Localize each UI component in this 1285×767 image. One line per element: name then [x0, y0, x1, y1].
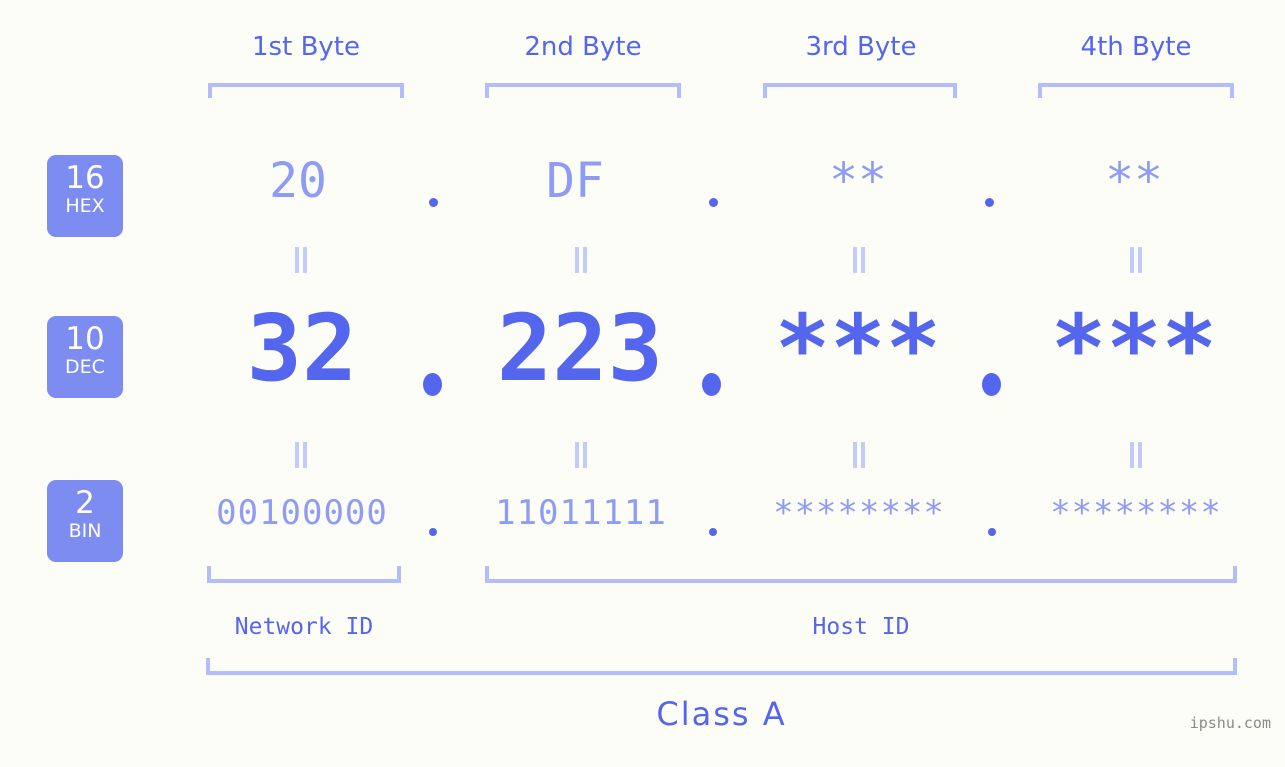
bin-separator-2: [709, 528, 717, 536]
byte-bracket-top-2: [485, 83, 681, 98]
hex-byte-3: **: [829, 153, 887, 209]
radix-badge-dec: 10 DEC: [47, 316, 123, 398]
equals-mark-dec-bin-2: [573, 442, 589, 468]
bin-byte-4: ********: [1050, 493, 1222, 533]
byte-header-1: 1st Byte: [252, 32, 360, 62]
equals-mark-dec-bin-3: [851, 442, 867, 468]
equals-mark-hex-dec-3: [851, 247, 867, 273]
dec-byte-4: ***: [1050, 295, 1218, 402]
hex-byte-4: **: [1105, 153, 1163, 209]
equals-mark-dec-bin-4: [1128, 442, 1144, 468]
network-id-bracket: [207, 566, 401, 583]
host-id-label: Host ID: [812, 614, 910, 640]
byte-bracket-top-3: [763, 83, 957, 98]
bin-separator-3: [988, 528, 996, 536]
dec-separator-3: [982, 373, 1001, 396]
dec-byte-2: 223: [496, 295, 664, 402]
radix-badge-dec-number: 10: [65, 321, 105, 357]
hex-separator-2: [709, 198, 718, 207]
network-id-label: Network ID: [234, 614, 374, 640]
dec-separator-1: [423, 373, 442, 396]
dec-byte-1: 32: [246, 295, 358, 402]
radix-badge-bin: 2 BIN: [47, 480, 123, 562]
watermark: ipshu.com: [1189, 714, 1271, 732]
radix-badge-hex: 16 HEX: [47, 155, 123, 237]
bin-byte-2: 11011111: [495, 493, 667, 533]
equals-mark-hex-dec-4: [1128, 247, 1144, 273]
hex-separator-1: [429, 198, 438, 207]
dec-byte-3: ***: [774, 295, 942, 402]
hex-separator-3: [985, 198, 994, 207]
radix-badge-bin-number: 2: [75, 485, 95, 521]
radix-badge-hex-number: 16: [65, 160, 105, 196]
byte-bracket-top-4: [1038, 83, 1234, 98]
hex-byte-1: 20: [269, 153, 327, 209]
byte-header-3: 3rd Byte: [805, 32, 917, 62]
equals-mark-dec-bin-1: [293, 442, 309, 468]
radix-badge-hex-name: HEX: [65, 195, 105, 217]
radix-badge-dec-name: DEC: [65, 356, 105, 378]
class-label: Class A: [656, 695, 787, 733]
byte-header-2: 2nd Byte: [524, 32, 642, 62]
byte-header-4: 4th Byte: [1080, 32, 1192, 62]
hex-byte-2: DF: [546, 153, 604, 209]
class-bracket: [206, 658, 1237, 675]
equals-mark-hex-dec-1: [293, 247, 309, 273]
ip-address-breakdown-diagram: 1st Byte 2nd Byte 3rd Byte 4th Byte 16 H…: [0, 0, 1285, 767]
equals-mark-hex-dec-2: [573, 247, 589, 273]
bin-byte-1: 00100000: [216, 493, 388, 533]
dec-separator-2: [702, 373, 721, 396]
host-id-bracket: [485, 566, 1237, 583]
radix-badge-bin-name: BIN: [68, 520, 102, 542]
byte-bracket-top-1: [208, 83, 404, 98]
bin-byte-3: ********: [773, 493, 945, 533]
bin-separator-1: [429, 528, 437, 536]
